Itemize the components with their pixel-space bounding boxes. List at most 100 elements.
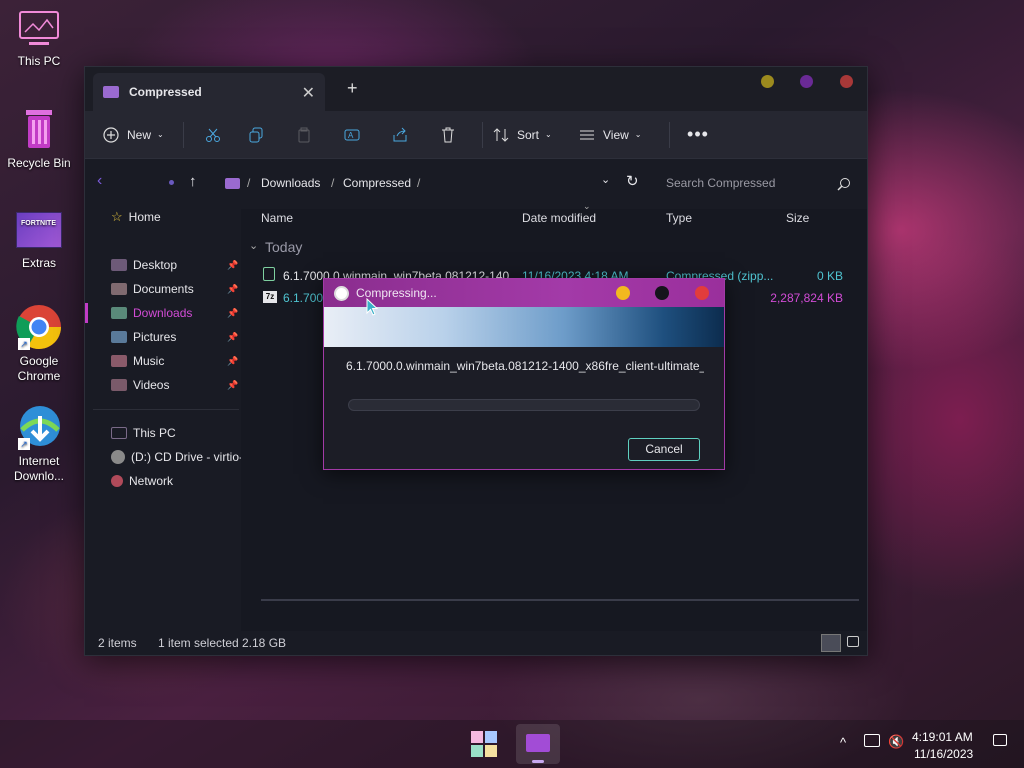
network-icon	[111, 475, 123, 487]
nav-pictures[interactable]: Pictures	[111, 327, 176, 347]
nav-label: Videos	[133, 378, 170, 392]
nav-this-pc[interactable]: This PC	[111, 423, 176, 443]
progress-bar	[348, 399, 700, 411]
documents-folder-icon	[111, 283, 127, 295]
nav-documents[interactable]: Documents	[111, 279, 194, 299]
new-tab-plus-icon[interactable]: +	[347, 78, 358, 99]
nav-videos[interactable]: Videos	[111, 375, 169, 395]
search-icon[interactable]	[837, 177, 851, 191]
desktop-icon-label: Google Chrome	[17, 354, 61, 383]
compressing-dialog: Compressing... 6.1.7000.0.winmain_win7be…	[323, 278, 725, 470]
selection-count: 1 item selected	[158, 636, 239, 650]
nav-label: Home	[128, 210, 161, 224]
new-button[interactable]: New ⌄	[103, 119, 173, 151]
pin-icon: 📌	[227, 332, 239, 342]
dialog-maximize-button[interactable]	[655, 286, 669, 300]
desktop-icon-label: Internet Downlo...	[13, 454, 65, 483]
navigation-pane: ☆ Home Desktop 📌 Documents 📌 Downloads 📌…	[85, 207, 243, 631]
up-arrow-icon[interactable]: ↑	[189, 173, 197, 190]
more-options-button[interactable]: •••	[680, 119, 716, 151]
cd-drive-icon	[111, 450, 125, 464]
maximize-button[interactable]	[800, 75, 813, 88]
delete-button[interactable]	[424, 119, 472, 151]
network-status-icon[interactable]	[864, 734, 880, 747]
sort-button[interactable]: Sort ⌄	[493, 119, 571, 151]
shortcut-arrow-icon: ↗	[18, 338, 30, 350]
details-view-icon[interactable]	[821, 634, 841, 652]
refresh-icon[interactable]: ↻	[626, 172, 639, 190]
nav-label: Network	[129, 474, 174, 488]
dialog-minimize-button[interactable]	[616, 286, 630, 300]
recycle-bin-icon	[16, 106, 62, 152]
address-dropdown-chevron-icon[interactable]: ⌄	[601, 173, 610, 186]
pin-icon: 📌	[227, 260, 239, 270]
svg-text:A: A	[348, 131, 354, 140]
search-input[interactable]: Search Compressed	[666, 176, 775, 190]
breadcrumb-downloads[interactable]: Downloads	[261, 176, 320, 190]
column-header-name[interactable]: Name	[261, 211, 293, 225]
copy-button[interactable]	[232, 119, 280, 151]
taskbar-time[interactable]: 4:19:01 AM	[912, 730, 973, 744]
minimize-button[interactable]	[761, 75, 774, 88]
close-button[interactable]	[840, 75, 853, 88]
divider	[183, 121, 184, 148]
nav-desktop[interactable]: Desktop	[111, 255, 177, 275]
column-header-size[interactable]: Size	[786, 211, 809, 225]
nav-label: Desktop	[133, 258, 178, 272]
share-button[interactable]	[376, 119, 424, 151]
nav-network[interactable]: Network	[111, 471, 173, 491]
group-chevron-icon[interactable]: ⌄	[249, 239, 258, 252]
desktop-icon-extras[interactable]: FORTNITE Extras	[4, 212, 74, 271]
breadcrumb-separator: /	[417, 176, 421, 190]
desktop-icon-recycle-bin[interactable]: Recycle Bin	[4, 106, 74, 171]
desktop-icon-google-chrome[interactable]: ↗ Google Chrome	[4, 304, 74, 384]
tab-compressed[interactable]: Compressed ✕	[93, 73, 325, 111]
tab-title: Compressed	[129, 85, 202, 99]
scissors-icon	[206, 128, 220, 142]
desktop-icon-label: Extras	[21, 256, 56, 270]
close-tab-icon[interactable]: ✕	[302, 83, 315, 103]
view-button[interactable]: View ⌄	[579, 119, 659, 151]
chevron-up-icon[interactable]: ^	[840, 735, 846, 750]
horizontal-scrollbar[interactable]	[261, 599, 859, 601]
notification-icon[interactable]	[993, 734, 1007, 746]
volume-muted-icon[interactable]: 🔇	[888, 734, 904, 750]
nav-cd-drive[interactable]: (D:) CD Drive - virtio-	[111, 447, 243, 467]
new-label: New	[127, 127, 152, 142]
nav-label: Documents	[133, 282, 194, 296]
desktop-icon-this-pc[interactable]: This PC	[4, 10, 74, 69]
nav-label: This PC	[133, 426, 176, 440]
music-folder-icon	[111, 355, 127, 367]
taskbar: ^ 🔇 4:19:01 AM 11/16/2023	[0, 720, 1024, 768]
this-pc-icon	[111, 427, 127, 439]
paste-button[interactable]	[280, 119, 328, 151]
forward-dot-icon[interactable]	[169, 180, 174, 185]
back-chevron-icon[interactable]: ‹	[97, 172, 102, 190]
folder-icon	[225, 178, 240, 189]
chevron-down-icon: ⌄	[157, 130, 164, 139]
title-bar: Compressed ✕ +	[85, 67, 867, 111]
group-header-today[interactable]: Today	[265, 239, 302, 255]
column-header-date-modified[interactable]: Date modified	[522, 211, 596, 225]
item-count: 2 items	[98, 636, 137, 650]
taskbar-date[interactable]: 11/16/2023	[914, 747, 973, 761]
windows-logo-icon	[471, 731, 497, 757]
nav-music[interactable]: Music	[111, 351, 164, 371]
breadcrumb-compressed[interactable]: Compressed	[343, 176, 411, 190]
start-button[interactable]	[470, 730, 498, 758]
nav-home[interactable]: ☆ Home	[111, 207, 161, 227]
pin-icon: 📌	[227, 356, 239, 366]
plus-circle-icon	[103, 126, 119, 143]
mouse-cursor-icon	[366, 298, 378, 316]
rename-button[interactable]: A	[328, 119, 376, 151]
cut-button[interactable]	[194, 119, 232, 151]
selection-size: 2.18 GB	[242, 636, 287, 650]
cancel-button[interactable]: Cancel	[628, 438, 700, 461]
file-size: 2,287,824 KB	[770, 291, 843, 305]
nav-downloads[interactable]: Downloads	[111, 303, 192, 323]
tiles-view-icon[interactable]	[847, 636, 859, 647]
column-header-type[interactable]: Type	[666, 211, 692, 225]
taskbar-file-explorer[interactable]	[516, 724, 560, 764]
desktop-icon-internet-download-manager[interactable]: ↗ Internet Downlo...	[4, 404, 74, 484]
dialog-close-button[interactable]	[695, 286, 709, 300]
